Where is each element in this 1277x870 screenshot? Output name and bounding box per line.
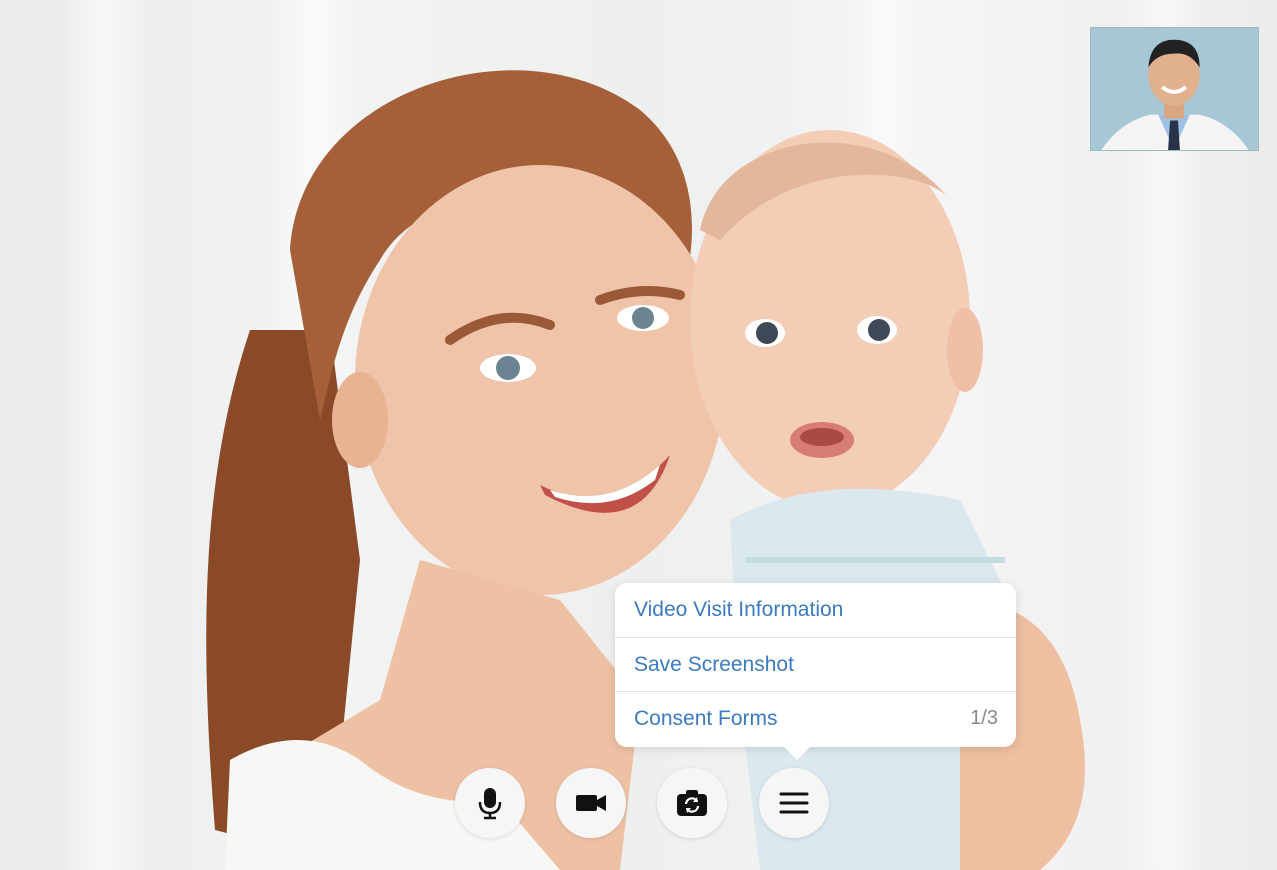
switch-camera-button[interactable]	[657, 768, 727, 838]
self-view-video[interactable]	[1090, 27, 1259, 151]
video-camera-icon	[576, 795, 606, 811]
menu-item-consent-forms[interactable]: Consent Forms 1/3	[615, 691, 1016, 745]
menu-item-label: Save Screenshot	[634, 652, 794, 676]
mute-button[interactable]	[455, 768, 525, 838]
options-menu: Video Visit Information Save Screenshot …	[615, 583, 1016, 760]
menu-item-label: Video Visit Information	[634, 598, 844, 621]
video-call-screen: Video Visit Information Save Screenshot …	[0, 0, 1277, 870]
menu-icon	[779, 792, 809, 814]
switch-camera-icon	[677, 790, 707, 816]
menu-item-video-visit-information[interactable]: Video Visit Information	[615, 583, 1016, 637]
menu-button[interactable]	[759, 768, 829, 838]
call-controls	[455, 768, 830, 838]
microphone-icon	[478, 788, 502, 820]
camera-toggle-button[interactable]	[556, 768, 626, 838]
menu-item-save-screenshot[interactable]: Save Screenshot	[615, 637, 1016, 691]
menu-item-label: Consent Forms	[634, 706, 778, 730]
consent-forms-count: 1/3	[970, 707, 998, 729]
